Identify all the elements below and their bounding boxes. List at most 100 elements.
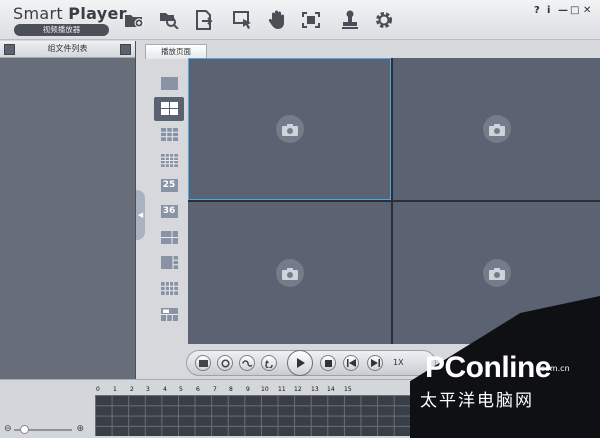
select-area-button[interactable] [231, 8, 255, 32]
tick-label: 6 [196, 386, 200, 393]
settings-icon [376, 12, 392, 28]
play-button[interactable] [287, 350, 313, 376]
layout-mixed-c-button[interactable] [154, 277, 184, 301]
file-list-title: 组文件列表 [47, 44, 88, 53]
play-icon [297, 358, 305, 368]
tick-label: 7 [213, 386, 217, 393]
camera-icon [482, 259, 511, 287]
hand-icon [268, 10, 284, 29]
sync-icon [220, 358, 230, 368]
tick-label: 15 [344, 386, 352, 393]
tick-label: 11 [278, 386, 286, 393]
export-button[interactable] [192, 8, 216, 32]
app-title: Smart Player [13, 4, 127, 23]
layout-mixed-a-button[interactable] [154, 225, 184, 249]
open-folder-button[interactable] [122, 8, 146, 32]
layout-mixed-d-button[interactable] [154, 302, 184, 326]
layout-25-button[interactable]: 25 [154, 174, 184, 198]
export-icon [196, 10, 213, 30]
tick-label: 5 [179, 386, 183, 393]
info-button[interactable]: i [547, 5, 550, 16]
app-subtitle: 视频播放器 [14, 24, 109, 36]
chevron-left-icon: ◀ [137, 211, 144, 219]
select-area-icon [233, 11, 251, 29]
settings-button[interactable] [372, 8, 396, 32]
stamp-icon [342, 10, 358, 29]
timeline-zoom-slider[interactable]: ⊖ ⊕ [4, 424, 84, 435]
speed-label[interactable]: 1X [393, 358, 404, 367]
layout-selector: 25 36 [154, 71, 186, 328]
playback-controls: 1X [186, 350, 436, 376]
camera-icon [482, 115, 511, 143]
collapse-panel-button[interactable]: ◀ [136, 190, 145, 240]
step-forward-icon [370, 359, 380, 367]
delete-icon[interactable] [120, 44, 131, 55]
pconline-watermark: PConline .com.cn 太平洋电脑网 [410, 296, 600, 438]
layout-mixed-b-icon [160, 256, 178, 270]
step-back-icon [346, 359, 356, 367]
fullscreen-button[interactable] [299, 8, 323, 32]
layout-mixed-b-button[interactable] [154, 251, 184, 275]
stop-button[interactable] [320, 355, 336, 371]
layout-4-button[interactable] [154, 96, 184, 121]
layout-36-icon: 36 [160, 204, 178, 218]
screen-icon [198, 359, 208, 367]
help-button[interactable]: ? [534, 5, 540, 16]
tick-label: 3 [146, 386, 150, 393]
watermark-domain: .com.cn [538, 364, 570, 373]
tick-label: 4 [163, 386, 167, 393]
maximize-button[interactable]: □ [570, 5, 579, 16]
camera-icon [275, 259, 304, 287]
close-button[interactable]: ✕ [583, 5, 591, 16]
layout-mixed-c-icon [160, 282, 178, 295]
file-list-panel: 组文件列表 [0, 41, 136, 379]
layout-1-button[interactable] [154, 71, 184, 95]
video-cell-2[interactable] [393, 58, 600, 200]
search-file-icon [160, 13, 179, 29]
tab-playback[interactable]: 播放页面 [145, 44, 207, 59]
tick-label: 13 [311, 386, 319, 393]
tick-label: 8 [229, 386, 233, 393]
layout-25-icon: 25 [160, 179, 178, 193]
prev-frame-button[interactable] [343, 355, 359, 371]
video-cell-3[interactable] [188, 202, 391, 344]
tick-label: 12 [294, 386, 302, 393]
layout-16-icon [160, 153, 178, 167]
layout-4-icon [160, 102, 178, 116]
next-frame-button[interactable] [367, 355, 383, 371]
layout-9-button[interactable] [154, 122, 184, 146]
search-file-button[interactable] [157, 8, 181, 32]
loop-button[interactable] [239, 355, 255, 371]
stop-icon [324, 359, 332, 367]
layout-9-icon [160, 127, 178, 141]
tick-label: 1 [113, 386, 117, 393]
tick-label: 14 [327, 386, 335, 393]
toolbar: Smart Player 视频播放器 ? i — □ ✕ [0, 0, 600, 40]
tick-label: 9 [246, 386, 250, 393]
tick-label: 0 [96, 386, 100, 393]
video-cell-1[interactable] [188, 58, 391, 200]
open-folder-icon [125, 15, 144, 28]
watermark-logo: PConline [425, 351, 552, 384]
layout-1-icon [160, 76, 178, 90]
loop-icon [242, 359, 252, 367]
layout-16-button[interactable] [154, 148, 184, 172]
tick-label: 10 [261, 386, 269, 393]
fullscreen-icon [302, 12, 320, 28]
file-list-header: 组文件列表 [0, 41, 135, 58]
minimize-button[interactable]: — [558, 5, 568, 16]
zoom-in-icon[interactable]: ⊕ [76, 424, 84, 434]
watermark-cn: 太平洋电脑网 [420, 391, 534, 411]
tick-label: 2 [130, 386, 134, 393]
zoom-handle[interactable] [20, 425, 29, 434]
camera-icon [275, 115, 304, 143]
screen-button[interactable] [195, 355, 211, 371]
zoom-out-icon[interactable]: ⊖ [4, 424, 12, 434]
stamp-button[interactable] [338, 8, 362, 32]
hand-button[interactable] [265, 8, 289, 32]
layout-36-button[interactable]: 36 [154, 199, 184, 223]
sync-button[interactable] [217, 355, 233, 371]
rewind-button[interactable] [261, 355, 277, 371]
layout-mixed-a-icon [160, 230, 178, 244]
layout-mixed-d-icon [160, 307, 178, 321]
